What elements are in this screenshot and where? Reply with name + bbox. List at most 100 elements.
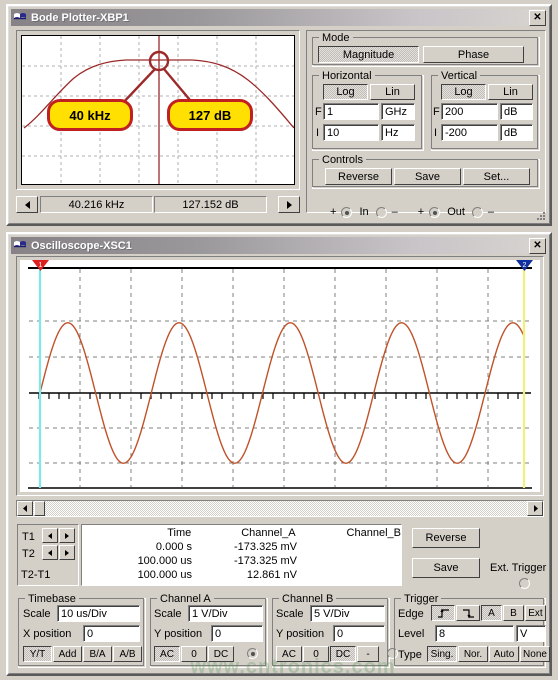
- bode-titlebar[interactable]: Bode Plotter-XBP1 ✕: [11, 9, 547, 26]
- arrow-right-icon: [286, 200, 292, 209]
- oscilloscope-window: Oscilloscope-XSC1 ✕ 1 2 T1 T2 T2-T1 Time…: [6, 232, 552, 676]
- bode-plotter-window: Bode Plotter-XBP1 ✕ 40 kHz 127 dB 40.216…: [6, 4, 552, 226]
- bode-horizontal-final-unit[interactable]: GHz: [381, 103, 415, 120]
- bode-horizontal-initial-input[interactable]: 10: [323, 124, 379, 141]
- bode-terminals-row: + In – + Out –: [308, 204, 546, 220]
- cursor-t1-label: T1: [22, 531, 35, 543]
- bode-in-minus-radio[interactable]: [375, 206, 387, 218]
- cursor-t2-left-button[interactable]: [42, 545, 58, 560]
- channel-b-coupling-gnd-button[interactable]: 0: [303, 646, 329, 662]
- channel-b-coupling-dc-button[interactable]: DC: [330, 646, 356, 662]
- bode-plot-canvas[interactable]: 40 kHz 127 dB: [21, 35, 295, 185]
- trigger-source-a-button[interactable]: A: [481, 605, 502, 621]
- trigger-type-nor-button[interactable]: Nor.: [458, 646, 488, 662]
- instrument-icon: [13, 239, 28, 252]
- channel-a-coupling-ac-button[interactable]: AC: [154, 646, 180, 662]
- scope-title-text: Oscilloscope-XSC1: [31, 239, 132, 252]
- bode-magnitude-button[interactable]: Magnitude: [318, 46, 419, 63]
- scope-close-button[interactable]: ✕: [529, 238, 546, 254]
- trigger-source-ext-button[interactable]: Ext: [525, 605, 546, 621]
- scope-timebase-group: Timebase Scale 10 us/Div X position 0 Y/…: [18, 593, 146, 668]
- scope-scroll-thumb[interactable]: [34, 501, 45, 516]
- bode-horizontal-initial-unit[interactable]: Hz: [381, 124, 415, 141]
- trigger-rising-edge-button[interactable]: [431, 605, 455, 621]
- bode-horizontal-final-input[interactable]: 1: [323, 103, 379, 120]
- bode-vertical-log-button[interactable]: Log: [441, 84, 486, 100]
- bode-plot-frame: 40 kHz 127 dB: [16, 30, 300, 190]
- channel-a-yposition-label: Y position: [154, 628, 203, 640]
- timebase-mode-ba-button[interactable]: B/A: [83, 646, 112, 662]
- cell-channel-b: [297, 541, 397, 553]
- cursor-t1-left-button[interactable]: [42, 528, 58, 543]
- bode-horizontal-lin-button[interactable]: Lin: [370, 84, 415, 100]
- timebase-mode-yt-button[interactable]: Y/T: [23, 646, 52, 662]
- cursor-t2-right-button[interactable]: [59, 545, 75, 560]
- channel-b-scale-input[interactable]: 5 V/Div: [310, 605, 385, 622]
- trigger-type-sing-button[interactable]: Sing.: [427, 646, 457, 662]
- bode-vertical-final-input[interactable]: 200: [441, 103, 498, 120]
- bode-vertical-group: Vertical Log Lin F 200 dB I -200 dB: [431, 70, 540, 151]
- bode-cursor-left-button[interactable]: [16, 196, 38, 213]
- bode-reverse-button[interactable]: Reverse: [325, 168, 392, 185]
- channel-b-coupling-minus-button[interactable]: -: [357, 646, 379, 662]
- scope-horizontal-scrollbar[interactable]: [16, 500, 544, 517]
- trigger-level-input[interactable]: 8: [435, 625, 514, 642]
- timebase-xposition-input[interactable]: 0: [83, 625, 140, 642]
- bode-out-plus-radio[interactable]: [429, 206, 441, 218]
- trigger-type-none-button[interactable]: None: [520, 646, 550, 662]
- channel-a-terminal[interactable]: [247, 648, 258, 659]
- scope-titlebar[interactable]: Oscilloscope-XSC1 ✕: [11, 237, 547, 254]
- bode-vertical-lin-button[interactable]: Lin: [488, 84, 533, 100]
- trigger-falling-edge-button[interactable]: [456, 605, 480, 621]
- scope-scroll-left-button[interactable]: [17, 501, 33, 516]
- scope-scroll-right-button[interactable]: [527, 501, 543, 516]
- channel-b-coupling-ac-button[interactable]: AC: [276, 646, 302, 662]
- timebase-scale-input[interactable]: 10 us/Div: [57, 605, 140, 622]
- arrow-left-icon: [48, 549, 52, 556]
- scope-cursor-t1-handle[interactable]: 1: [32, 260, 49, 271]
- trigger-legend: Trigger: [401, 593, 442, 605]
- scope-save-button[interactable]: Save: [412, 558, 480, 578]
- instrument-icon: [13, 11, 28, 24]
- bode-horizontal-initial-label: I: [316, 127, 320, 139]
- bode-vertical-initial-input[interactable]: -200: [441, 124, 498, 141]
- trigger-level-label: Level: [398, 628, 425, 640]
- scope-ext-trigger-terminal[interactable]: [519, 578, 530, 589]
- timebase-mode-ab-button[interactable]: A/B: [113, 646, 142, 662]
- arrow-left-icon: [24, 200, 30, 209]
- arrow-right-icon: [65, 549, 69, 556]
- channel-b-yposition-input[interactable]: 0: [333, 625, 385, 642]
- scope-screen[interactable]: 1 2: [20, 260, 540, 492]
- bode-resize-grip[interactable]: [536, 211, 546, 221]
- trigger-source-b-button[interactable]: B: [503, 605, 524, 621]
- cursor-t1-right-button[interactable]: [59, 528, 75, 543]
- bode-vertical-final-label: F: [433, 106, 440, 118]
- bode-vertical-final-unit[interactable]: dB: [500, 103, 533, 120]
- trigger-type-auto-button[interactable]: Auto: [489, 646, 519, 662]
- bode-horizontal-legend: Horizontal: [319, 70, 375, 82]
- trigger-edge-label: Edge: [398, 608, 424, 620]
- scope-cursor-t2-handle[interactable]: 2: [516, 260, 533, 271]
- bode-phase-button[interactable]: Phase: [423, 46, 524, 63]
- scope-ext-trigger-label: Ext. Trigger: [490, 562, 547, 574]
- scroll-right-arrow-icon: [533, 505, 538, 512]
- bode-gain-readout: 127.152 dB: [154, 196, 267, 213]
- trigger-level-unit[interactable]: V: [516, 625, 546, 642]
- trigger-type-label: Type: [398, 649, 422, 661]
- timebase-mode-add-button[interactable]: Add: [53, 646, 82, 662]
- channel-a-yposition-input[interactable]: 0: [211, 625, 263, 642]
- bode-set-button[interactable]: Set...: [463, 168, 530, 185]
- bode-vertical-initial-unit[interactable]: dB: [500, 124, 533, 141]
- bode-close-button[interactable]: ✕: [529, 10, 546, 26]
- bode-cursor-right-button[interactable]: [278, 196, 300, 213]
- bode-out-minus-radio[interactable]: [471, 206, 483, 218]
- scope-reverse-button[interactable]: Reverse: [412, 528, 480, 548]
- channel-a-scale-input[interactable]: 1 V/Div: [188, 605, 263, 622]
- bode-horizontal-log-button[interactable]: Log: [323, 84, 368, 100]
- bode-mode-legend: Mode: [319, 32, 353, 44]
- bode-in-plus-radio[interactable]: [341, 206, 353, 218]
- channel-a-coupling-dc-button[interactable]: DC: [208, 646, 234, 662]
- channel-a-coupling-gnd-button[interactable]: 0: [181, 646, 207, 662]
- bode-save-button[interactable]: Save: [394, 168, 461, 185]
- table-header-time: Time: [167, 527, 192, 539]
